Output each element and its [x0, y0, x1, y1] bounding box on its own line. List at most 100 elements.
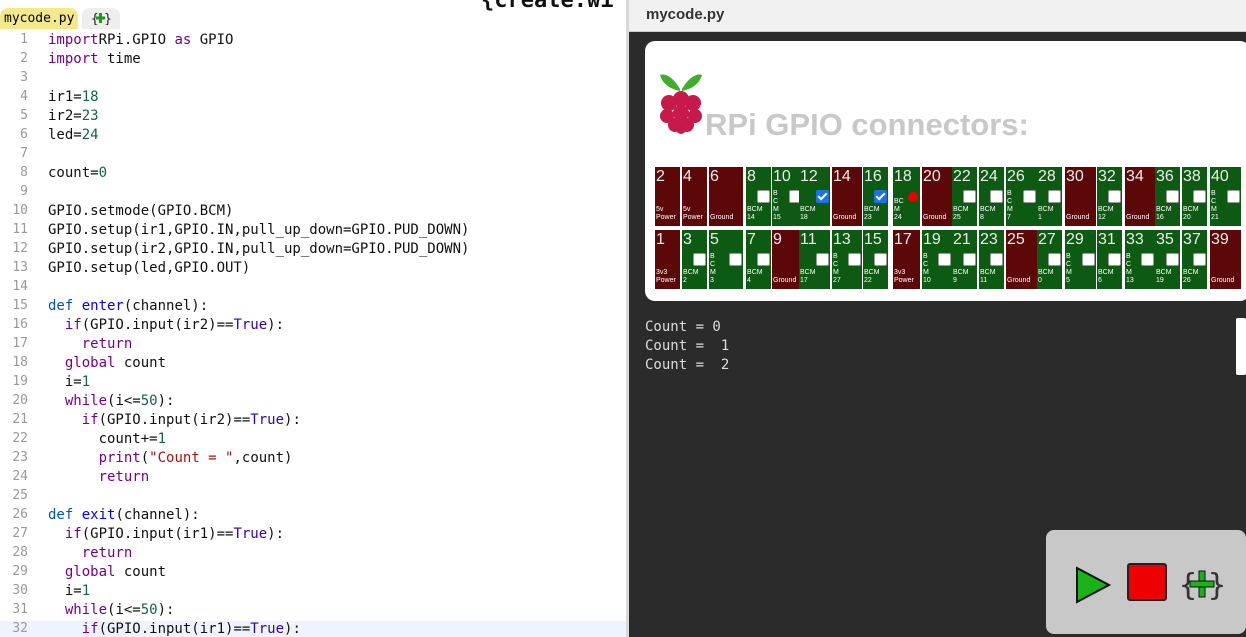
code-line[interactable]: 32 if(GPIO.input(ir1)==True):: [0, 621, 627, 637]
code-line[interactable]: 19 i=1: [0, 374, 627, 393]
gpio-pin-16[interactable]: 16 BCM 23: [863, 167, 888, 226]
code-line[interactable]: 24 return: [0, 469, 627, 488]
code-line[interactable]: 20 while(i<=50):: [0, 393, 627, 412]
code-line[interactable]: 21 if(GPIO.input(ir2)==True):: [0, 412, 627, 431]
pin-checkbox[interactable]: [848, 253, 861, 266]
code-line[interactable]: 1 importRPi.GPIO as GPIO: [0, 32, 627, 51]
code-line[interactable]: 14: [0, 279, 627, 298]
pin-checkbox[interactable]: [938, 253, 951, 266]
code-line[interactable]: 10 GPIO.setmode(GPIO.BCM): [0, 203, 627, 222]
pin-label: Ground: [1126, 214, 1150, 221]
gpio-pin-12[interactable]: 12 BCM 18: [799, 167, 830, 226]
add-tab-button[interactable]: { }: [82, 8, 120, 29]
gpio-pin-23[interactable]: 23 BCM 11: [979, 230, 1004, 289]
pin-checkbox[interactable]: [1048, 253, 1061, 266]
add-code-button[interactable]: { }: [1179, 566, 1227, 602]
pin-checkbox[interactable]: [1048, 190, 1061, 203]
code-line[interactable]: 30 i=1: [0, 583, 627, 602]
pin-checkbox[interactable]: [757, 253, 770, 266]
code-line[interactable]: 6 led=24: [0, 127, 627, 146]
pin-checkbox[interactable]: [963, 253, 976, 266]
code-line[interactable]: 13 GPIO.setup(led,GPIO.OUT): [0, 260, 627, 279]
code-editor[interactable]: mycode.py { } {create.wi 1importRPi.GPIO…: [0, 0, 627, 637]
pin-checkbox[interactable]: [816, 190, 829, 203]
gpio-pin-3[interactable]: 3 BCM 2: [682, 230, 707, 289]
gpio-pin-22[interactable]: 22 BCM 25: [952, 167, 977, 226]
gpio-pin-40[interactable]: 40 B C M 21: [1210, 167, 1241, 226]
gpio-pin-15[interactable]: 15 BCM 22: [863, 230, 888, 289]
code-line[interactable]: 11 GPIO.setup(ir1,GPIO.IN,pull_up_down=GP…: [0, 222, 627, 241]
gpio-pin-13[interactable]: 13 B C M 27: [832, 230, 862, 289]
code-line[interactable]: 18 global count: [0, 355, 627, 374]
code-line[interactable]: 8 count=0: [0, 165, 627, 184]
run-button[interactable]: [1074, 566, 1112, 604]
code-line[interactable]: 16 if(GPIO.input(ir2)==True):: [0, 317, 627, 336]
pin-checkbox[interactable]: [1227, 190, 1240, 203]
pin-checkbox[interactable]: [1193, 190, 1206, 203]
code-line[interactable]: 28 return: [0, 545, 627, 564]
stop-button[interactable]: [1127, 563, 1167, 601]
code-line[interactable]: 17 return: [0, 336, 627, 355]
pin-checkbox[interactable]: [990, 190, 1003, 203]
pin-checkbox[interactable]: [816, 253, 829, 266]
pin-number: 9: [773, 231, 782, 248]
gpio-pin-36[interactable]: 36 BCM 16: [1155, 167, 1180, 226]
code-line[interactable]: 5 ir2=23: [0, 108, 627, 127]
gpio-pin-24[interactable]: 24 BCM 8: [979, 167, 1004, 226]
code-line[interactable]: 15 def enter(channel):: [0, 298, 627, 317]
code-line[interactable]: 2 import time: [0, 51, 627, 70]
pin-checkbox[interactable]: [1141, 253, 1154, 266]
pin-checkbox[interactable]: [1023, 190, 1036, 203]
code-line[interactable]: 3: [0, 70, 627, 89]
gpio-pin-27[interactable]: 27 BCM 0: [1037, 230, 1062, 289]
pin-checkbox[interactable]: [874, 253, 887, 266]
gpio-pin-38[interactable]: 38 BCM 20: [1182, 167, 1207, 226]
code-line[interactable]: 9: [0, 184, 627, 203]
gpio-pin-8[interactable]: 8 BCM 14: [746, 167, 771, 226]
line-code: if(GPIO.input(ir2)==True):: [48, 317, 284, 333]
gpio-pin-33[interactable]: 33 B C M 13: [1125, 230, 1155, 289]
pin-checkbox[interactable]: [693, 253, 706, 266]
gpio-pin-35[interactable]: 35 BCM 19: [1155, 230, 1180, 289]
tab-mycode-py[interactable]: mycode.py: [0, 8, 79, 29]
gpio-pin-26[interactable]: 26 B C M 7: [1006, 167, 1037, 226]
gpio-pin-29[interactable]: 29 B C M 5: [1065, 230, 1096, 289]
gpio-pin-19[interactable]: 19 B C M 10: [922, 230, 952, 289]
pin-number: 2: [656, 168, 665, 185]
code-line[interactable]: 26 def exit(channel):: [0, 507, 627, 526]
gpio-pin-21[interactable]: 21 BCM 9: [952, 230, 977, 289]
gpio-pin-18[interactable]: 18 BC M 24: [893, 167, 920, 226]
pin-label: BCM 17: [800, 269, 816, 284]
gpio-pin-31[interactable]: 31 BCM 6: [1097, 230, 1122, 289]
gpio-pin-11[interactable]: 11 BCM 17: [799, 230, 830, 289]
pin-checkbox[interactable]: [963, 190, 976, 203]
pin-checkbox[interactable]: [1082, 253, 1095, 266]
line-code: i=1: [48, 374, 90, 390]
gpio-pin-28[interactable]: 28 BCM 1: [1037, 167, 1062, 226]
gpio-pin-7[interactable]: 7 BCM 4: [746, 230, 771, 289]
pin-checkbox[interactable]: [1166, 190, 1179, 203]
code-lines[interactable]: 1 importRPi.GPIO as GPIO 2 import time 3 4 ir1…: [0, 32, 627, 637]
pin-checkbox[interactable]: [874, 190, 887, 203]
gpio-pin-5[interactable]: 5 B C M 3: [709, 230, 743, 289]
pin-checkbox[interactable]: [1108, 190, 1121, 203]
gpio-pin-32[interactable]: 32 BCM 12: [1097, 167, 1122, 226]
pin-checkbox[interactable]: [729, 253, 742, 266]
code-line[interactable]: 7: [0, 146, 627, 165]
pin-checkbox[interactable]: [1108, 253, 1121, 266]
gpio-pin-37[interactable]: 37 BCM 26: [1182, 230, 1207, 289]
code-line[interactable]: 25: [0, 488, 627, 507]
pin-checkbox[interactable]: [1193, 253, 1206, 266]
pin-checkbox[interactable]: [1166, 253, 1179, 266]
pin-checkbox[interactable]: [990, 253, 1003, 266]
line-code: import time: [48, 51, 141, 67]
code-line[interactable]: 22 count+=1: [0, 431, 627, 450]
code-line[interactable]: 29 global count: [0, 564, 627, 583]
code-line[interactable]: 4 ir1=18: [0, 89, 627, 108]
code-line[interactable]: 27 if(GPIO.input(ir1)==True):: [0, 526, 627, 545]
pin-checkbox[interactable]: [757, 190, 770, 203]
code-line[interactable]: 31 while(i<=50):: [0, 602, 627, 621]
console-scrollbar[interactable]: [1236, 318, 1246, 375]
code-line[interactable]: 12 GPIO.setup(ir2,GPIO.IN,pull_up_down=GP…: [0, 241, 627, 260]
code-line[interactable]: 23 print("Count = ",count): [0, 450, 627, 469]
